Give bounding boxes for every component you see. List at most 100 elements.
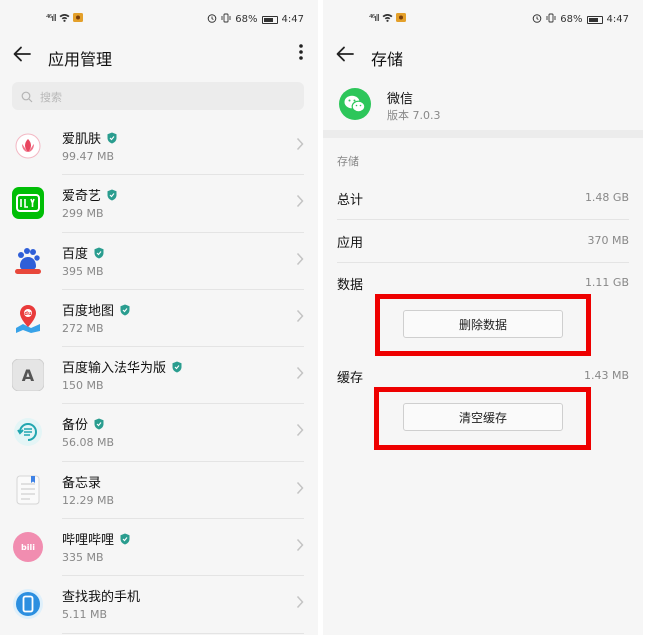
app-size: 272 MB: [62, 321, 104, 335]
iqiyi-icon: [12, 187, 44, 220]
chevron-right-icon: [296, 136, 304, 155]
battery-icon: [586, 15, 603, 24]
clear-cache-button[interactable]: 清空缓存: [403, 403, 563, 431]
app-size: 150 MB: [62, 379, 104, 393]
data-value: 1.11 GB: [584, 276, 629, 289]
app-name: 哔哩哔哩: [62, 529, 130, 548]
status-bar: ⁴⁶ıll 68% 4:47: [0, 0, 318, 36]
vibrate-icon: [221, 13, 231, 26]
app-list-item[interactable]: 查找我的手机 5.11 MB: [0, 576, 318, 634]
phone-finder-icon: [12, 588, 44, 620]
cellular-signal-icon: ⁴⁶ıll: [46, 14, 57, 24]
app-name: 备忘录: [62, 475, 102, 491]
app-version: 版本 7.0.3: [387, 109, 441, 122]
map-pin-icon: du: [12, 302, 44, 334]
app-list-item[interactable]: A 百度输入法华为版 150 MB: [0, 347, 318, 405]
app-size: 395 MB: [62, 264, 104, 278]
storage-screen: ⁴⁶ıll 68% 4:47 存储 微信 版本 7.0.3 存储 总计 1.48…: [323, 0, 643, 635]
notepad-icon: [12, 474, 44, 506]
app-list-item[interactable]: bili 哔哩哔哩 335 MB: [0, 519, 318, 577]
search-input[interactable]: 搜索: [12, 82, 304, 110]
section-divider: [323, 130, 643, 138]
cache-label: 缓存: [337, 371, 364, 386]
app-bar: 存储: [323, 36, 643, 76]
bilibili-icon: bili: [12, 531, 44, 563]
app-list-item[interactable]: 爱肌肤 99.47 MB: [0, 118, 318, 176]
app-list-item[interactable]: 爱奇艺 299 MB: [0, 175, 318, 233]
status-time: 4:47: [606, 14, 629, 25]
chevron-right-icon: [296, 422, 304, 441]
row-divider: [62, 632, 304, 634]
app-size: 99.47 MB: [62, 150, 115, 163]
wifi-icon: [382, 13, 393, 25]
app-name: 百度地图: [62, 300, 130, 319]
verified-shield-icon: [107, 132, 117, 144]
wechat-icon: [339, 88, 371, 120]
search-icon: [21, 88, 33, 103]
verified-shield-icon: [94, 418, 104, 430]
app-name: 微信: [387, 92, 414, 107]
verified-shield-icon: [107, 189, 117, 201]
app-label: 应用: [337, 236, 364, 251]
more-options-icon[interactable]: [298, 42, 304, 65]
notification-app-icon: [72, 13, 83, 25]
status-time: 4:47: [281, 14, 304, 25]
vibrate-icon: [546, 13, 556, 26]
verified-shield-icon: [120, 533, 130, 545]
verified-shield-icon: [120, 304, 130, 316]
verified-shield-icon: [172, 361, 182, 373]
notification-app-icon: [395, 13, 406, 25]
svg-text:bili: bili: [21, 543, 35, 552]
row-divider: [337, 219, 629, 220]
svg-text:du: du: [24, 311, 32, 317]
app-name: 百度: [62, 243, 104, 262]
chevron-right-icon: [296, 480, 304, 499]
app-size-row: 应用 370 MB: [337, 232, 629, 252]
app-management-screen: ⁴⁶ıll 68% 4:47 应用管理 搜索 爱肌肤 99.47 MB 爱奇艺 …: [0, 0, 318, 635]
battery-percent: 68%: [560, 14, 583, 25]
app-size: 56.08 MB: [62, 436, 115, 450]
app-info-header: 微信 版本 7.0.3: [323, 76, 643, 130]
storage-section-label: 存储: [337, 155, 359, 168]
app-size: 5.11 MB: [62, 608, 108, 622]
app-list-item[interactable]: 备忘录 12.29 MB: [0, 462, 318, 520]
search-placeholder: 搜索: [40, 91, 62, 104]
data-row: 数据 1.11 GB: [337, 274, 629, 294]
alarm-icon: [207, 13, 217, 26]
lotus-icon: [12, 130, 44, 162]
app-size: 335 MB: [62, 551, 104, 565]
app-name: 百度输入法华为版: [62, 357, 182, 376]
keyboard-a-icon: A: [12, 359, 44, 392]
battery-icon: [261, 15, 278, 24]
back-arrow-icon[interactable]: [335, 44, 355, 69]
cache-value: 1.43 MB: [583, 369, 629, 382]
app-name: 备份: [62, 414, 104, 433]
chevron-right-icon: [296, 308, 304, 327]
app-bar: 应用管理: [0, 36, 318, 76]
alarm-icon: [532, 13, 542, 26]
chevron-right-icon: [296, 537, 304, 556]
app-list-item[interactable]: du 百度地图 272 MB: [0, 290, 318, 348]
wifi-icon: [59, 13, 70, 25]
baidu-paw-icon: [12, 245, 44, 277]
total-label: 总计: [337, 193, 364, 208]
app-value: 370 MB: [587, 234, 629, 247]
data-label: 数据: [337, 278, 364, 293]
app-list-item[interactable]: 百度 395 MB: [0, 233, 318, 290]
page-title: 存储: [371, 50, 404, 69]
app-list: 爱肌肤 99.47 MB 爱奇艺 299 MB 百度 395 MB du 百度地图 272 MB…: [0, 118, 318, 634]
app-list-item[interactable]: 备份 56.08 MB: [0, 404, 318, 462]
row-divider: [337, 262, 629, 263]
chevron-right-icon: [296, 594, 304, 613]
backup-icon: [12, 416, 44, 448]
cellular-signal-icon: ⁴⁶ıll: [369, 14, 380, 24]
total-row: 总计 1.48 GB: [337, 189, 629, 209]
back-arrow-icon[interactable]: [12, 44, 32, 69]
total-value: 1.48 GB: [584, 191, 629, 204]
verified-shield-icon: [94, 247, 104, 259]
status-bar: ⁴⁶ıll 68% 4:47: [323, 0, 643, 36]
page-title: 应用管理: [48, 50, 113, 69]
app-size: 299 MB: [62, 207, 104, 221]
delete-data-button[interactable]: 删除数据: [403, 310, 563, 338]
app-size: 12.29 MB: [62, 493, 115, 507]
